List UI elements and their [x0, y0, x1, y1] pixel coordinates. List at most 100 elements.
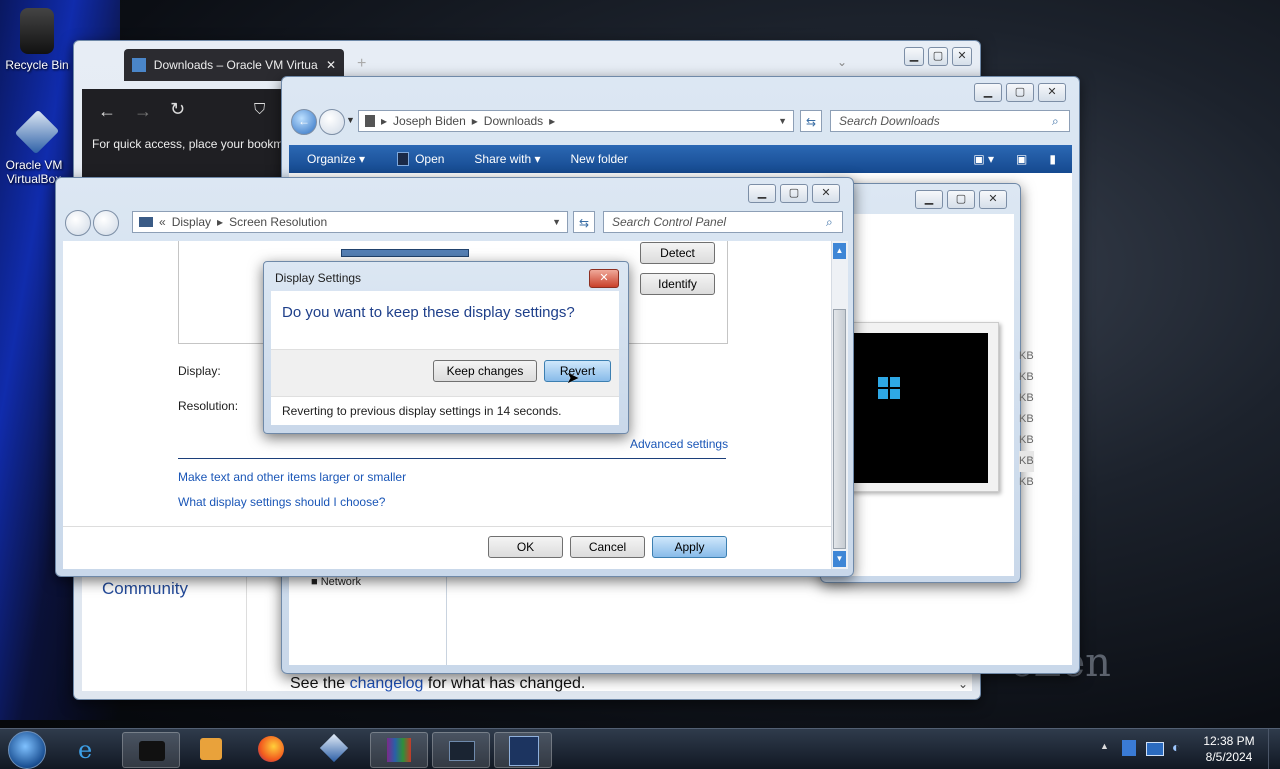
tray-icon-device[interactable]: [1122, 740, 1136, 756]
maximize-button[interactable]: ▢: [1006, 83, 1034, 102]
recycle-bin-icon: [20, 8, 54, 54]
taskbar-display-settings[interactable]: [432, 732, 490, 768]
computer-icon: [365, 115, 375, 127]
forward-button[interactable]: [319, 109, 345, 135]
tray-icon-network[interactable]: [1146, 742, 1164, 756]
countdown-text: Reverting to previous display settings i…: [282, 404, 562, 418]
windows-logo-icon: [878, 377, 900, 399]
breadcrumb-downloads[interactable]: Downloads: [484, 114, 543, 128]
close-button[interactable]: ✕: [979, 190, 1007, 209]
advanced-settings-link[interactable]: Advanced settings: [630, 437, 728, 451]
taskbar-64bit-app[interactable]: [494, 732, 552, 768]
minimize-button[interactable]: ▁: [748, 184, 776, 203]
back-arrow-icon[interactable]: ←: [98, 101, 116, 122]
taskbar-virtualbox-vm[interactable]: [122, 732, 180, 768]
ok-button[interactable]: OK: [488, 536, 563, 558]
refresh-button[interactable]: ⇆: [573, 211, 595, 233]
display-help-link[interactable]: What display settings should I choose?: [178, 495, 385, 509]
footer-divider: [63, 526, 831, 527]
breadcrumb-overflow[interactable]: «: [159, 215, 166, 229]
nav-item-network[interactable]: ■ Network: [311, 576, 361, 588]
size-cell: KB: [1019, 371, 1034, 383]
chevron-down-icon[interactable]: ▼: [778, 116, 787, 126]
scroll-down-icon[interactable]: ▼: [833, 551, 846, 567]
text-size-link[interactable]: Make text and other items larger or smal…: [178, 470, 406, 484]
search-control-panel-input[interactable]: Search Control Panel: [603, 211, 843, 233]
footer-suffix: for what has changed.: [423, 675, 586, 692]
size-cell: KB: [1019, 451, 1034, 472]
vm-window-icon: [139, 741, 165, 761]
mouse-cursor-icon: ➤: [566, 370, 580, 387]
virtualbox-icon: [14, 109, 60, 155]
back-button[interactable]: [65, 210, 91, 236]
minimize-button[interactable]: ▁: [974, 83, 1002, 102]
maximize-button[interactable]: ▢: [928, 47, 948, 66]
minimize-button[interactable]: ▁: [915, 190, 943, 209]
monitor-thumbnail[interactable]: [341, 249, 469, 257]
explorer-caption-buttons: ▁ ▢ ✕: [974, 83, 1066, 102]
explorer-command-bar: Organize ▾ Open Share with ▾ New folder …: [289, 145, 1072, 173]
apply-button[interactable]: Apply: [652, 536, 727, 558]
minimize-button[interactable]: ▁: [904, 47, 924, 66]
vertical-scrollbar[interactable]: ▲ ▼: [831, 241, 848, 569]
forward-arrow-icon[interactable]: →: [134, 101, 152, 122]
close-button[interactable]: ✕: [952, 47, 972, 66]
view-options-icon[interactable]: ▣ ▾: [973, 152, 994, 166]
breadcrumb-display[interactable]: Display: [172, 215, 211, 229]
show-hidden-icons[interactable]: ▲: [1100, 741, 1109, 751]
dialog-close-button[interactable]: ✕: [589, 269, 619, 288]
tray-icon-volume[interactable]: ◐: [1172, 739, 1180, 755]
close-button[interactable]: ✕: [812, 184, 840, 203]
breadcrumb-user[interactable]: Joseph Biden: [393, 114, 466, 128]
community-link[interactable]: Community: [102, 579, 188, 599]
bookmark-notice: For quick access, place your bookm: [92, 137, 284, 151]
address-bar[interactable]: « Display ▸ Screen Resolution ▼: [132, 211, 568, 233]
detect-button[interactable]: Detect: [640, 242, 715, 264]
forward-button[interactable]: [93, 210, 119, 236]
taskbar-media-player[interactable]: [184, 732, 240, 766]
share-with-button[interactable]: Share with ▾: [474, 152, 540, 166]
breadcrumb-separator-icon: ▸: [381, 114, 388, 128]
maximize-button[interactable]: ▢: [780, 184, 808, 203]
chevron-down-icon[interactable]: ⌄: [837, 55, 847, 69]
maximize-button[interactable]: ▢: [947, 190, 975, 209]
start-button[interactable]: [8, 731, 46, 769]
clock[interactable]: 12:38 PM 8/5/2024: [1198, 733, 1260, 765]
desktop-icon-recycle-bin[interactable]: Recycle Bin: [0, 8, 74, 72]
back-button[interactable]: ←: [291, 109, 317, 135]
scroll-thumb[interactable]: [833, 309, 846, 549]
address-bar[interactable]: ▸ Joseph Biden ▸ Downloads ▸ ▼: [358, 110, 794, 132]
size-cell: KB: [1019, 476, 1034, 488]
recent-pages-icon[interactable]: ▼: [346, 115, 355, 125]
taskbar-winrar[interactable]: [370, 732, 428, 768]
desktop-icon-virtualbox[interactable]: Oracle VM VirtualBox: [0, 109, 74, 186]
close-icon[interactable]: ✕: [326, 58, 336, 72]
help-icon[interactable]: ▮: [1049, 152, 1056, 166]
new-folder-button[interactable]: New folder: [570, 152, 627, 166]
open-button[interactable]: Open: [397, 152, 444, 167]
taskbar-firefox[interactable]: [244, 732, 300, 766]
new-tab-button[interactable]: +: [357, 55, 366, 73]
taskbar-virtualbox[interactable]: [306, 732, 362, 766]
internet-explorer-icon: e: [78, 736, 93, 764]
reload-icon[interactable]: ↻: [170, 99, 185, 120]
chevron-down-icon[interactable]: ▼: [552, 217, 561, 227]
changelog-link[interactable]: changelog: [350, 675, 424, 692]
taskbar-internet-explorer[interactable]: e: [62, 732, 118, 766]
size-cell: KB: [1019, 413, 1034, 425]
identify-button[interactable]: Identify: [640, 273, 715, 295]
organize-button[interactable]: Organize ▾: [307, 152, 365, 166]
close-button[interactable]: ✕: [1038, 83, 1066, 102]
control-panel-icon: [139, 217, 153, 227]
search-downloads-input[interactable]: Search Downloads: [830, 110, 1070, 132]
show-desktop-button[interactable]: [1268, 729, 1280, 769]
virtualbox-tab-icon: [132, 58, 146, 72]
refresh-button[interactable]: ⇆: [800, 110, 822, 132]
breadcrumb-screen-resolution[interactable]: Screen Resolution: [229, 215, 327, 229]
cancel-button[interactable]: Cancel: [570, 536, 645, 558]
shield-icon[interactable]: ⛉: [254, 101, 265, 118]
scroll-down-icon[interactable]: ⌄: [958, 677, 968, 691]
scroll-up-icon[interactable]: ▲: [833, 243, 846, 259]
keep-changes-button[interactable]: Keep changes: [433, 360, 537, 382]
preview-pane-icon[interactable]: ▣: [1016, 152, 1027, 166]
